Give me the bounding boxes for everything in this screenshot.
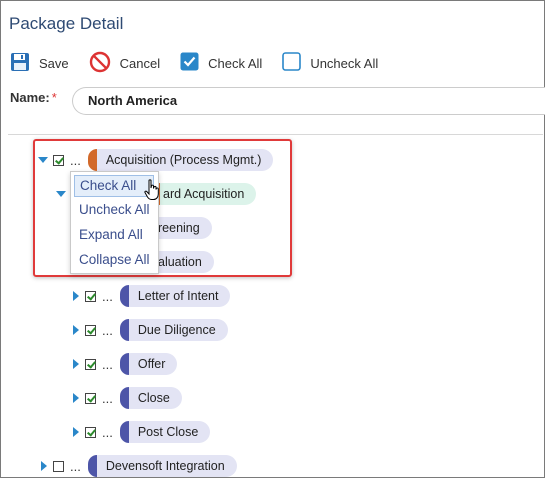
row-checkbox[interactable]	[85, 290, 96, 302]
toolbar: Save Cancel Check All Uncheck All	[10, 50, 398, 76]
more-options[interactable]: ...	[102, 425, 113, 440]
row-checkbox[interactable]	[85, 392, 96, 404]
expand-arrow-icon[interactable]	[73, 359, 79, 369]
hand-cursor-icon	[144, 179, 160, 206]
menu-item-expand-all[interactable]: Expand All	[74, 224, 154, 246]
uncheck-all-label: Uncheck All	[310, 55, 379, 71]
more-options[interactable]: ...	[102, 289, 113, 304]
uncheck-all-button[interactable]: Uncheck All	[282, 52, 378, 74]
tree-node-label[interactable]: Close	[119, 387, 182, 409]
tree-node-label[interactable]: Letter of Intent	[119, 285, 231, 307]
tree-row: ... Offer	[73, 352, 178, 376]
tree-row: ... Close	[73, 386, 182, 410]
cancel-icon	[89, 51, 120, 76]
expand-arrow-icon[interactable]	[73, 291, 79, 301]
more-options[interactable]: ...	[102, 323, 113, 338]
name-input[interactable]: North America	[72, 87, 545, 115]
tree-row: ... Due Diligence	[73, 318, 228, 342]
checked-box-icon	[180, 52, 208, 74]
more-options[interactable]: ...	[102, 357, 113, 372]
row-checkbox[interactable]	[85, 426, 96, 438]
row-checkbox[interactable]	[53, 460, 64, 472]
tree-row: ... Post Close	[73, 420, 211, 444]
menu-item-collapse-all[interactable]: Collapse All	[74, 249, 154, 271]
divider	[8, 134, 543, 135]
expand-arrow-icon[interactable]	[73, 427, 79, 437]
tree-row: ... Devensoft Integration	[41, 454, 237, 478]
tree-node-label[interactable]: Devensoft Integration	[87, 455, 237, 477]
expand-arrow-icon[interactable]	[41, 461, 47, 471]
save-icon	[10, 52, 39, 75]
menu-item-check-all[interactable]: Check All	[74, 175, 154, 197]
cancel-button[interactable]: Cancel	[89, 51, 160, 76]
save-label: Save	[39, 55, 69, 71]
cancel-label: Cancel	[119, 55, 161, 71]
required-mark: *	[51, 90, 57, 105]
name-row: Name: * North America	[10, 87, 545, 115]
check-all-label: Check All	[208, 55, 263, 71]
expand-arrow-icon[interactable]	[73, 393, 79, 403]
check-all-button[interactable]: Check All	[180, 52, 262, 74]
row-checkbox[interactable]	[85, 324, 96, 336]
unchecked-box-icon	[282, 52, 310, 74]
page-title: Package Detail	[9, 14, 124, 33]
more-options[interactable]: ...	[102, 391, 113, 406]
more-options[interactable]: ...	[70, 459, 81, 474]
expand-arrow-icon[interactable]	[73, 325, 79, 335]
row-checkbox[interactable]	[85, 358, 96, 370]
tree-node-label[interactable]: Due Diligence	[119, 319, 228, 341]
save-button[interactable]: Save	[10, 52, 69, 75]
name-label: Name: *	[10, 90, 57, 105]
tree-row: ... Letter of Intent	[73, 284, 231, 308]
menu-item-uncheck-all[interactable]: Uncheck All	[74, 199, 154, 221]
tree-node-label[interactable]: Offer	[119, 353, 178, 375]
tree-node-label[interactable]: Post Close	[119, 421, 211, 443]
